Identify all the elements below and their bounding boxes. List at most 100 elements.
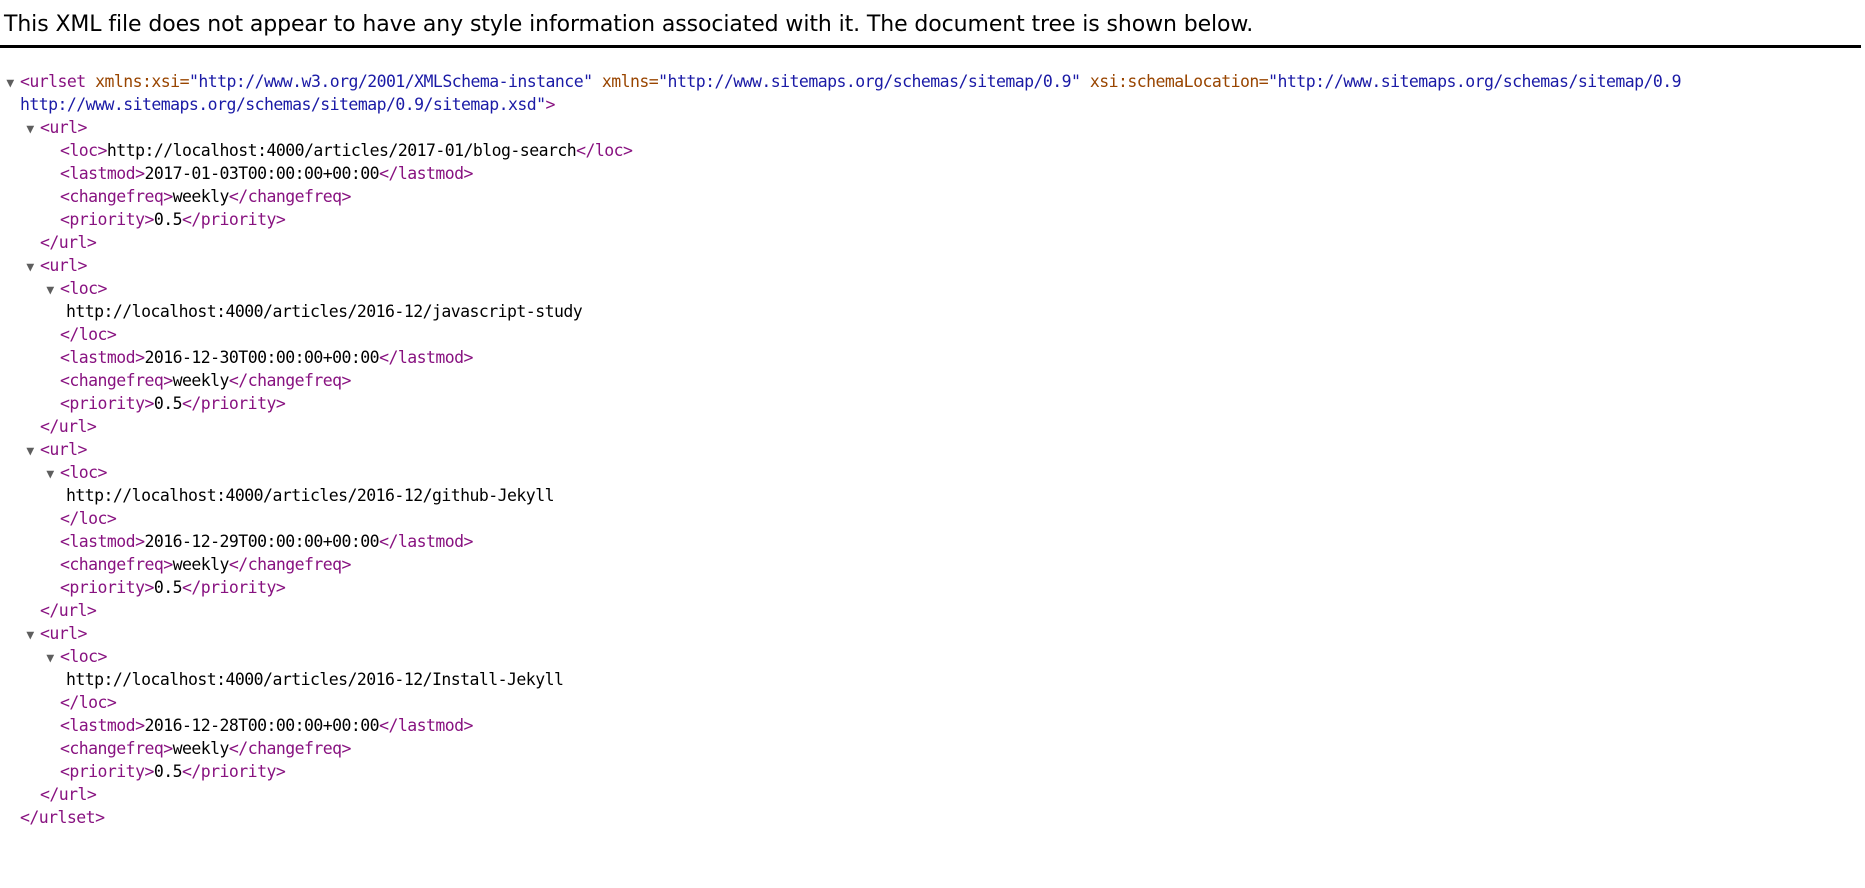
xml-token — [1080, 72, 1089, 91]
url-close-tag: </url> — [40, 785, 97, 804]
xml-token: < — [20, 72, 30, 91]
lastmod-open-tag: <lastmod> — [60, 348, 145, 367]
lastmod-line: <lastmod>2016-12-28T00:00:00+00:00</last… — [0, 714, 1865, 737]
loc-value-line: http://localhost:4000/articles/2016-12/j… — [0, 300, 1865, 323]
loc-value-line: http://localhost:4000/articles/2016-12/I… — [0, 668, 1865, 691]
loc-close-tag: </loc> — [576, 141, 633, 160]
priority-line: <priority>0.5</priority> — [0, 760, 1865, 783]
lastmod-open-tag: <lastmod> — [60, 716, 145, 735]
attribute-name: xmlns:xsi — [95, 72, 180, 91]
collapse-toggle-icon[interactable]: ▼ — [0, 72, 20, 95]
xml-style-notice: This XML file does not appear to have an… — [0, 0, 1861, 48]
lastmod-close-tag: </lastmod> — [379, 532, 473, 551]
attribute-name: xsi:schemaLocation — [1089, 72, 1259, 91]
xml-token: = — [1258, 72, 1269, 91]
loc-open-tag: <loc> — [60, 141, 107, 160]
url-open-tag: <url> — [40, 440, 87, 459]
url-close-tag: </url> — [40, 601, 97, 620]
priority-value: 0.5 — [153, 210, 183, 229]
changefreq-value: weekly — [172, 371, 230, 390]
urlset-open-line-continued: http://www.sitemaps.org/schemas/sitemap/… — [0, 93, 1865, 116]
loc-value: http://localhost:4000/articles/2016-12/j… — [66, 302, 583, 321]
xml-token: = — [179, 72, 190, 91]
loc-line: <loc>http://localhost:4000/articles/2017… — [0, 139, 1865, 162]
lastmod-close-tag: </lastmod> — [379, 164, 473, 183]
loc-close-tag: </loc> — [60, 693, 117, 712]
url-close-line: </url> — [0, 599, 1865, 622]
priority-close-tag: </priority> — [182, 578, 286, 597]
changefreq-value: weekly — [172, 555, 230, 574]
lastmod-line: <lastmod>2016-12-30T00:00:00+00:00</last… — [0, 346, 1865, 369]
lastmod-value: 2016-12-28T00:00:00+00:00 — [144, 716, 380, 735]
changefreq-open-tag: <changefreq> — [60, 739, 173, 758]
changefreq-close-tag: </changefreq> — [228, 371, 352, 390]
collapse-toggle-icon[interactable]: ▼ — [20, 440, 40, 463]
attribute-name: xmlns — [601, 72, 649, 91]
priority-close-tag: </priority> — [182, 210, 286, 229]
loc-open-tag: <loc> — [60, 647, 107, 666]
priority-open-tag: <priority> — [60, 394, 154, 413]
loc-value: http://localhost:4000/articles/2017-01/b… — [106, 141, 577, 160]
lastmod-close-tag: </lastmod> — [379, 716, 473, 735]
lastmod-value: 2016-12-30T00:00:00+00:00 — [144, 348, 380, 367]
collapse-toggle-icon[interactable]: ▼ — [20, 256, 40, 279]
loc-open-line: ▼ <loc> — [0, 461, 1865, 484]
xml-token — [86, 72, 95, 91]
collapse-toggle-icon[interactable]: ▼ — [40, 463, 60, 486]
url-open-tag: <url> — [40, 118, 87, 137]
url-open-line: ▼ <url> — [0, 254, 1865, 277]
priority-open-tag: <priority> — [60, 210, 154, 229]
url-open-line: ▼ <url> — [0, 116, 1865, 139]
changefreq-line: <changefreq>weekly</changefreq> — [0, 369, 1865, 392]
loc-value: http://localhost:4000/articles/2016-12/I… — [66, 670, 564, 689]
priority-open-tag: <priority> — [60, 762, 154, 781]
priority-value: 0.5 — [153, 762, 183, 781]
priority-close-tag: </priority> — [182, 762, 286, 781]
loc-value-line: http://localhost:4000/articles/2016-12/g… — [0, 484, 1865, 507]
urlset-close-line: </urlset> — [0, 806, 1865, 829]
changefreq-open-tag: <changefreq> — [60, 187, 173, 206]
changefreq-close-tag: </changefreq> — [228, 187, 352, 206]
url-close-line: </url> — [0, 231, 1865, 254]
xml-document-tree: ▼ <urlset xmlns:xsi="http://www.w3.org/20… — [0, 48, 1865, 829]
lastmod-line: <lastmod>2017-01-03T00:00:00+00:00</last… — [0, 162, 1865, 185]
loc-close-line: </loc> — [0, 323, 1865, 346]
loc-open-line: ▼ <loc> — [0, 645, 1865, 668]
url-open-tag: <url> — [40, 624, 87, 643]
collapse-toggle-icon[interactable]: ▼ — [40, 279, 60, 302]
url-close-line: </url> — [0, 783, 1865, 806]
changefreq-open-tag: <changefreq> — [60, 371, 173, 390]
urlset-close-tag: </urlset> — [20, 808, 105, 827]
loc-value: http://localhost:4000/articles/2016-12/g… — [66, 486, 555, 505]
attribute-value: http://www.sitemaps.org/schemas/sitemap/… — [20, 95, 546, 114]
priority-value: 0.5 — [153, 578, 183, 597]
xml-token: > — [545, 95, 556, 114]
collapse-toggle-icon[interactable]: ▼ — [40, 647, 60, 670]
collapse-toggle-icon[interactable]: ▼ — [20, 118, 40, 141]
priority-line: <priority>0.5</priority> — [0, 576, 1865, 599]
loc-open-tag: <loc> — [60, 279, 107, 298]
url-close-tag: </url> — [40, 233, 97, 252]
changefreq-value: weekly — [172, 739, 230, 758]
loc-open-line: ▼ <loc> — [0, 277, 1865, 300]
xml-token — [592, 72, 601, 91]
loc-close-line: </loc> — [0, 507, 1865, 530]
priority-line: <priority>0.5</priority> — [0, 208, 1865, 231]
urlset-open-line: ▼ <urlset xmlns:xsi="http://www.w3.org/20… — [0, 70, 1865, 93]
urlset-tag-name: urlset — [29, 72, 86, 91]
url-open-tag: <url> — [40, 256, 87, 275]
lastmod-open-tag: <lastmod> — [60, 532, 145, 551]
priority-open-tag: <priority> — [60, 578, 154, 597]
lastmod-value: 2017-01-03T00:00:00+00:00 — [144, 164, 380, 183]
attribute-value: "http://www.sitemaps.org/schemas/sitemap… — [658, 72, 1081, 91]
loc-open-tag: <loc> — [60, 463, 107, 482]
priority-close-tag: </priority> — [182, 394, 286, 413]
changefreq-open-tag: <changefreq> — [60, 555, 173, 574]
changefreq-value: weekly — [172, 187, 230, 206]
url-open-line: ▼ <url> — [0, 438, 1865, 461]
collapse-toggle-icon[interactable]: ▼ — [20, 624, 40, 647]
loc-close-tag: </loc> — [60, 509, 117, 528]
changefreq-line: <changefreq>weekly</changefreq> — [0, 553, 1865, 576]
changefreq-line: <changefreq>weekly</changefreq> — [0, 185, 1865, 208]
lastmod-close-tag: </lastmod> — [379, 348, 473, 367]
